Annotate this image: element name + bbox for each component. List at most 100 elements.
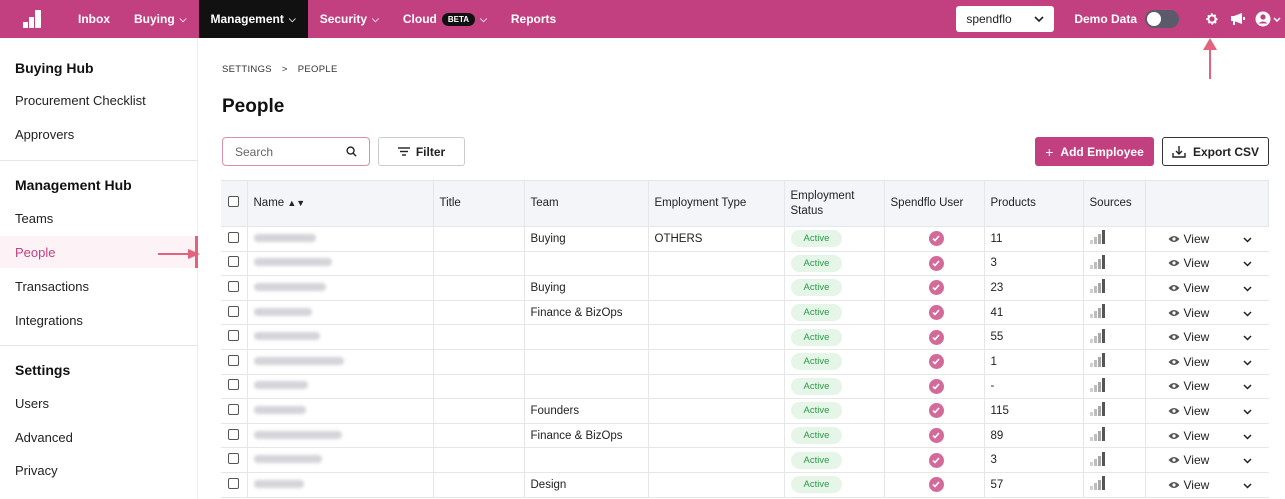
- user-account-icon[interactable]: [1251, 0, 1285, 38]
- chevron-down-icon[interactable]: [1243, 483, 1252, 489]
- table-row[interactable]: Buying OTHERS Active 11 View: [221, 226, 1269, 252]
- table-row[interactable]: Active 3 View: [221, 447, 1269, 473]
- nav-management[interactable]: Management ⌵: [198, 0, 308, 38]
- search-icon[interactable]: [346, 146, 357, 157]
- sources-cell: [1082, 226, 1145, 252]
- table-row[interactable]: Active 55 View: [221, 324, 1269, 350]
- employment-status-cell: Active: [783, 251, 884, 277]
- sources-bars-icon[interactable]: [1089, 304, 1106, 319]
- sidebar-item-advanced[interactable]: Advanced: [0, 421, 198, 453]
- employment-status-cell: Active: [783, 447, 884, 473]
- nav-security[interactable]: Security ⌵: [308, 0, 391, 38]
- row-checkbox[interactable]: [228, 354, 240, 366]
- sources-bars-icon[interactable]: [1089, 279, 1106, 294]
- organization-select[interactable]: spendflo: [956, 6, 1055, 32]
- beta-badge: BETA: [441, 12, 476, 26]
- sidebar-item-privacy[interactable]: Privacy: [0, 454, 198, 486]
- nav-inbox[interactable]: Inbox: [66, 0, 122, 38]
- sources-bars-icon[interactable]: [1089, 230, 1106, 245]
- table-row[interactable]: Active 3 View: [221, 251, 1269, 277]
- sources-bars-icon[interactable]: [1089, 353, 1106, 368]
- chevron-down-icon[interactable]: [1243, 384, 1252, 390]
- table-row[interactable]: Founders Active 115 View: [221, 398, 1269, 424]
- sidebar-item-procurement-checklist[interactable]: Procurement Checklist: [0, 84, 198, 116]
- sidebar-item-approvers[interactable]: Approvers: [0, 118, 198, 150]
- chevron-down-icon[interactable]: [1243, 286, 1252, 292]
- sort-icon[interactable]: ▲▼: [287, 198, 305, 208]
- chevron-down-icon[interactable]: [1243, 434, 1252, 440]
- chevron-down-icon[interactable]: [1243, 335, 1252, 341]
- view-button[interactable]: View: [1168, 379, 1209, 393]
- table-row[interactable]: Finance & BizOps Active 89 View: [221, 423, 1269, 449]
- row-checkbox[interactable]: [228, 330, 240, 342]
- view-button[interactable]: View: [1168, 256, 1210, 271]
- table-row[interactable]: Design Active 57 View: [221, 472, 1269, 498]
- view-button[interactable]: View: [1168, 478, 1209, 492]
- sidebar-item-transactions[interactable]: Transactions: [0, 270, 198, 302]
- sidebar-item-teams[interactable]: Teams: [0, 202, 198, 234]
- chevron-down-icon[interactable]: [1243, 311, 1252, 317]
- chevron-down-icon: [1034, 16, 1044, 22]
- redacted-name: [253, 233, 316, 242]
- sidebar-item-integrations[interactable]: Integrations: [0, 304, 198, 336]
- column-header-name[interactable]: Name ▲▼: [246, 180, 434, 227]
- view-button[interactable]: View: [1168, 404, 1209, 418]
- view-button[interactable]: View: [1168, 453, 1209, 467]
- sources-bars-icon[interactable]: [1089, 402, 1106, 417]
- sources-bars-icon[interactable]: [1089, 476, 1106, 491]
- spendflo-logo-icon[interactable]: [0, 0, 66, 38]
- sources-bars-icon[interactable]: [1089, 451, 1106, 466]
- chevron-down-icon[interactable]: [1243, 409, 1252, 415]
- table-row[interactable]: Buying Active 23 View: [221, 275, 1269, 301]
- view-label: View: [1183, 256, 1210, 271]
- table-row[interactable]: Finance & BizOps Active 41 View: [221, 300, 1269, 326]
- row-checkbox[interactable]: [228, 477, 240, 489]
- breadcrumb-settings[interactable]: SETTINGS: [222, 64, 272, 75]
- nav-buying[interactable]: Buying ⌵: [122, 0, 199, 38]
- search-input[interactable]: [235, 144, 335, 159]
- table-row[interactable]: Active 1 View: [221, 349, 1269, 375]
- chevron-down-icon[interactable]: [1243, 261, 1252, 267]
- sources-bars-icon[interactable]: [1089, 377, 1106, 392]
- gear-icon[interactable]: [1199, 0, 1225, 38]
- nav-reports[interactable]: Reports: [499, 0, 568, 38]
- sources-bars-icon[interactable]: [1089, 254, 1106, 269]
- sources-bars-icon[interactable]: [1089, 427, 1106, 442]
- megaphone-icon[interactable]: [1225, 0, 1251, 38]
- row-checkbox[interactable]: [228, 428, 240, 440]
- name-cell: [246, 226, 433, 252]
- view-button[interactable]: View: [1168, 232, 1209, 246]
- redacted-name: [253, 332, 320, 341]
- spendflo-user-cell: [883, 423, 984, 449]
- sidebar-item-users[interactable]: Users: [0, 387, 198, 419]
- row-checkbox[interactable]: [228, 453, 240, 465]
- title-cell: [432, 226, 524, 252]
- search-box[interactable]: [222, 137, 370, 166]
- row-checkbox[interactable]: [228, 403, 240, 415]
- chevron-down-icon[interactable]: [1243, 360, 1252, 366]
- row-checkbox[interactable]: [228, 256, 240, 268]
- add-employee-button[interactable]: + Add Employee: [1035, 137, 1154, 166]
- row-select-cell: [221, 398, 247, 424]
- row-checkbox[interactable]: [228, 280, 240, 292]
- row-checkbox[interactable]: [228, 231, 240, 243]
- filter-button[interactable]: Filter: [378, 137, 465, 166]
- sources-bars-icon[interactable]: [1089, 328, 1106, 343]
- view-button[interactable]: View: [1168, 330, 1209, 344]
- chevron-down-icon[interactable]: [1243, 458, 1252, 464]
- view-button[interactable]: View: [1168, 355, 1209, 369]
- row-select-cell: [221, 300, 247, 326]
- nav-cloud[interactable]: Cloud BETA ⌵: [391, 0, 499, 38]
- name-cell: [246, 398, 433, 424]
- row-checkbox[interactable]: [228, 305, 240, 317]
- table-row[interactable]: Active - View: [221, 374, 1269, 400]
- export-csv-button[interactable]: Export CSV: [1162, 137, 1269, 166]
- row-checkbox[interactable]: [228, 379, 240, 391]
- chevron-down-icon[interactable]: [1243, 237, 1252, 243]
- view-button[interactable]: View: [1168, 429, 1209, 443]
- view-button[interactable]: View: [1168, 306, 1209, 320]
- select-all-checkbox[interactable]: [228, 195, 240, 207]
- spendflo-user-cell: [883, 398, 984, 424]
- demo-data-toggle[interactable]: [1145, 10, 1179, 28]
- view-button[interactable]: View: [1168, 281, 1209, 295]
